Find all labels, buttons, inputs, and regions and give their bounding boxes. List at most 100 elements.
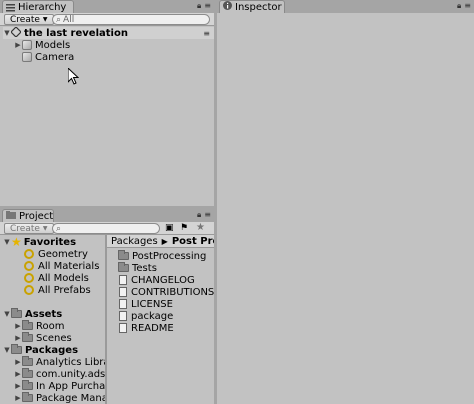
favorites-header[interactable]: ▼ ★ Favorites: [3, 236, 76, 248]
dropdown-arrow-icon: ▼: [42, 16, 48, 23]
saved-search-icon: [24, 261, 34, 271]
content-file[interactable]: package: [119, 310, 173, 322]
collapse-arrow-icon[interactable]: ▶: [14, 358, 22, 366]
breadcrumb-current[interactable]: Post Proce: [172, 236, 214, 247]
text-file-icon: [119, 323, 127, 333]
collapse-arrow-icon[interactable]: ▶: [14, 41, 22, 49]
gameobject-icon: [22, 40, 32, 50]
content-folder[interactable]: Tests: [118, 262, 157, 274]
project-toolbar: Create ▼ ⌕ ▣ ⚑ ★: [0, 222, 214, 235]
saved-search-icon: [24, 273, 34, 283]
collapse-arrow-icon[interactable]: ▶: [14, 370, 22, 378]
folder-icon: [22, 320, 33, 330]
inspector-tabbar: Inspector 🔒︎ ≡: [217, 0, 474, 13]
search-icon: ⌕: [56, 14, 62, 25]
hierarchy-search-input[interactable]: ⌕ All: [52, 14, 210, 25]
hierarchy-item[interactable]: ▶ Models: [14, 39, 70, 51]
packages-item[interactable]: ▶ com.unity.ads: [14, 368, 105, 380]
assets-header[interactable]: ▼ Assets: [3, 308, 62, 320]
content-item-label: CHANGELOG: [131, 274, 195, 286]
text-file-icon: [119, 311, 127, 321]
breadcrumb-separator-icon: ▶: [161, 236, 168, 246]
content-file[interactable]: README: [119, 322, 174, 334]
project-content: PostProcessing Tests CHANGELOG CONTRIBUT…: [107, 249, 214, 404]
hierarchy-item-label: Camera: [35, 51, 75, 63]
favorite-item[interactable]: All Materials: [24, 260, 99, 272]
expand-arrow-icon[interactable]: ▼: [3, 310, 11, 318]
breadcrumb-root[interactable]: Packages: [111, 236, 158, 247]
folder-tab-icon: [6, 210, 16, 222]
content-file[interactable]: CHANGELOG: [119, 274, 195, 286]
content-file[interactable]: CONTRIBUTIONS: [119, 286, 214, 298]
lock-icon[interactable]: 🔒︎: [457, 1, 461, 11]
packages-item[interactable]: ▶ Analytics Library: [14, 356, 106, 368]
assets-item-label: Room: [36, 320, 65, 332]
expand-arrow-icon[interactable]: ▼: [3, 29, 11, 37]
hierarchy-create-button[interactable]: Create ▼: [4, 14, 54, 25]
folder-icon: [11, 308, 22, 318]
expand-arrow-icon[interactable]: ▼: [3, 238, 11, 246]
hierarchy-create-label: Create: [10, 14, 40, 25]
scene-menu-icon[interactable]: ≡: [203, 29, 210, 38]
favorite-item-label: All Prefabs: [38, 284, 91, 296]
breadcrumb: Packages ▶ Post Proce: [107, 235, 214, 248]
filter-label-icon[interactable]: ⚑: [180, 223, 188, 233]
content-item-label: package: [131, 310, 174, 322]
favorite-item[interactable]: All Prefabs: [24, 284, 91, 296]
expand-arrow-icon[interactable]: ▼: [3, 346, 11, 354]
mouse-cursor-icon: [67, 66, 80, 88]
scene-row[interactable]: ▼ the last revelation: [3, 25, 214, 40]
assets-item[interactable]: ▶ Scenes: [14, 332, 72, 344]
project-tabbar: Project 🔒︎ ≡: [0, 209, 214, 222]
packages-header[interactable]: ▼ Packages: [3, 344, 78, 356]
assets-item[interactable]: ▶ Room: [14, 320, 64, 332]
star-icon: ★: [11, 235, 22, 249]
project-search-input[interactable]: ⌕: [52, 223, 160, 234]
collapse-arrow-icon[interactable]: ▶: [14, 382, 22, 390]
content-folder[interactable]: PostProcessing: [118, 250, 206, 262]
content-file[interactable]: LICENSE: [119, 298, 173, 310]
favorite-item[interactable]: All Models: [24, 272, 89, 284]
hierarchy-item-label: Models: [35, 39, 71, 51]
hierarchy-panel: Hierarchy 🔒︎ ≡ Create ▼ ⌕ All ▼ the last…: [0, 0, 214, 206]
tab-hierarchy-label: Hierarchy: [18, 1, 67, 13]
favorites-label: Favorites: [23, 236, 77, 248]
menu-icon[interactable]: ≡: [464, 1, 471, 11]
folder-icon: [118, 250, 129, 260]
favorite-star-icon[interactable]: ★: [196, 222, 205, 233]
gameobject-icon: [22, 52, 32, 62]
tab-inspector[interactable]: Inspector: [219, 0, 285, 13]
folder-icon: [22, 332, 33, 342]
hierarchy-list-icon: [6, 3, 15, 12]
hierarchy-item[interactable]: Camera: [22, 51, 74, 63]
folder-icon: [118, 262, 129, 272]
lock-icon[interactable]: 🔒︎: [197, 210, 201, 220]
collapse-arrow-icon[interactable]: ▶: [14, 322, 22, 330]
saved-search-icon: [24, 249, 34, 259]
assets-label: Assets: [25, 308, 63, 320]
tab-inspector-label: Inspector: [235, 1, 282, 13]
favorite-item[interactable]: Geometry: [24, 248, 88, 260]
packages-item[interactable]: ▶ Package Manag: [14, 392, 106, 404]
packages-item[interactable]: ▶ In App Purchasi: [14, 380, 106, 392]
text-file-icon: [119, 287, 127, 297]
content-item-label: PostProcessing: [132, 250, 207, 262]
search-icon: ⌕: [56, 223, 62, 234]
menu-icon[interactable]: ≡: [204, 210, 211, 220]
favorite-item-label: All Models: [38, 272, 89, 284]
collapse-arrow-icon[interactable]: ▶: [14, 394, 22, 402]
filter-type-icon[interactable]: ▣: [165, 223, 174, 233]
folder-icon: [22, 392, 33, 402]
project-create-button[interactable]: Create ▼: [4, 223, 54, 234]
packages-item-label: In App Purchasi: [36, 380, 106, 392]
unity-scene-icon: [10, 25, 22, 40]
assets-item-label: Scenes: [36, 332, 72, 344]
tab-project-label: Project: [19, 210, 54, 222]
collapse-arrow-icon[interactable]: ▶: [14, 334, 22, 342]
inspector-panel: Inspector 🔒︎ ≡: [217, 0, 474, 404]
menu-icon[interactable]: ≡: [204, 1, 211, 11]
tab-project[interactable]: Project: [2, 209, 54, 222]
tab-hierarchy[interactable]: Hierarchy: [2, 0, 74, 13]
hierarchy-search-placeholder: All: [63, 14, 75, 25]
lock-icon[interactable]: 🔒︎: [197, 1, 201, 11]
